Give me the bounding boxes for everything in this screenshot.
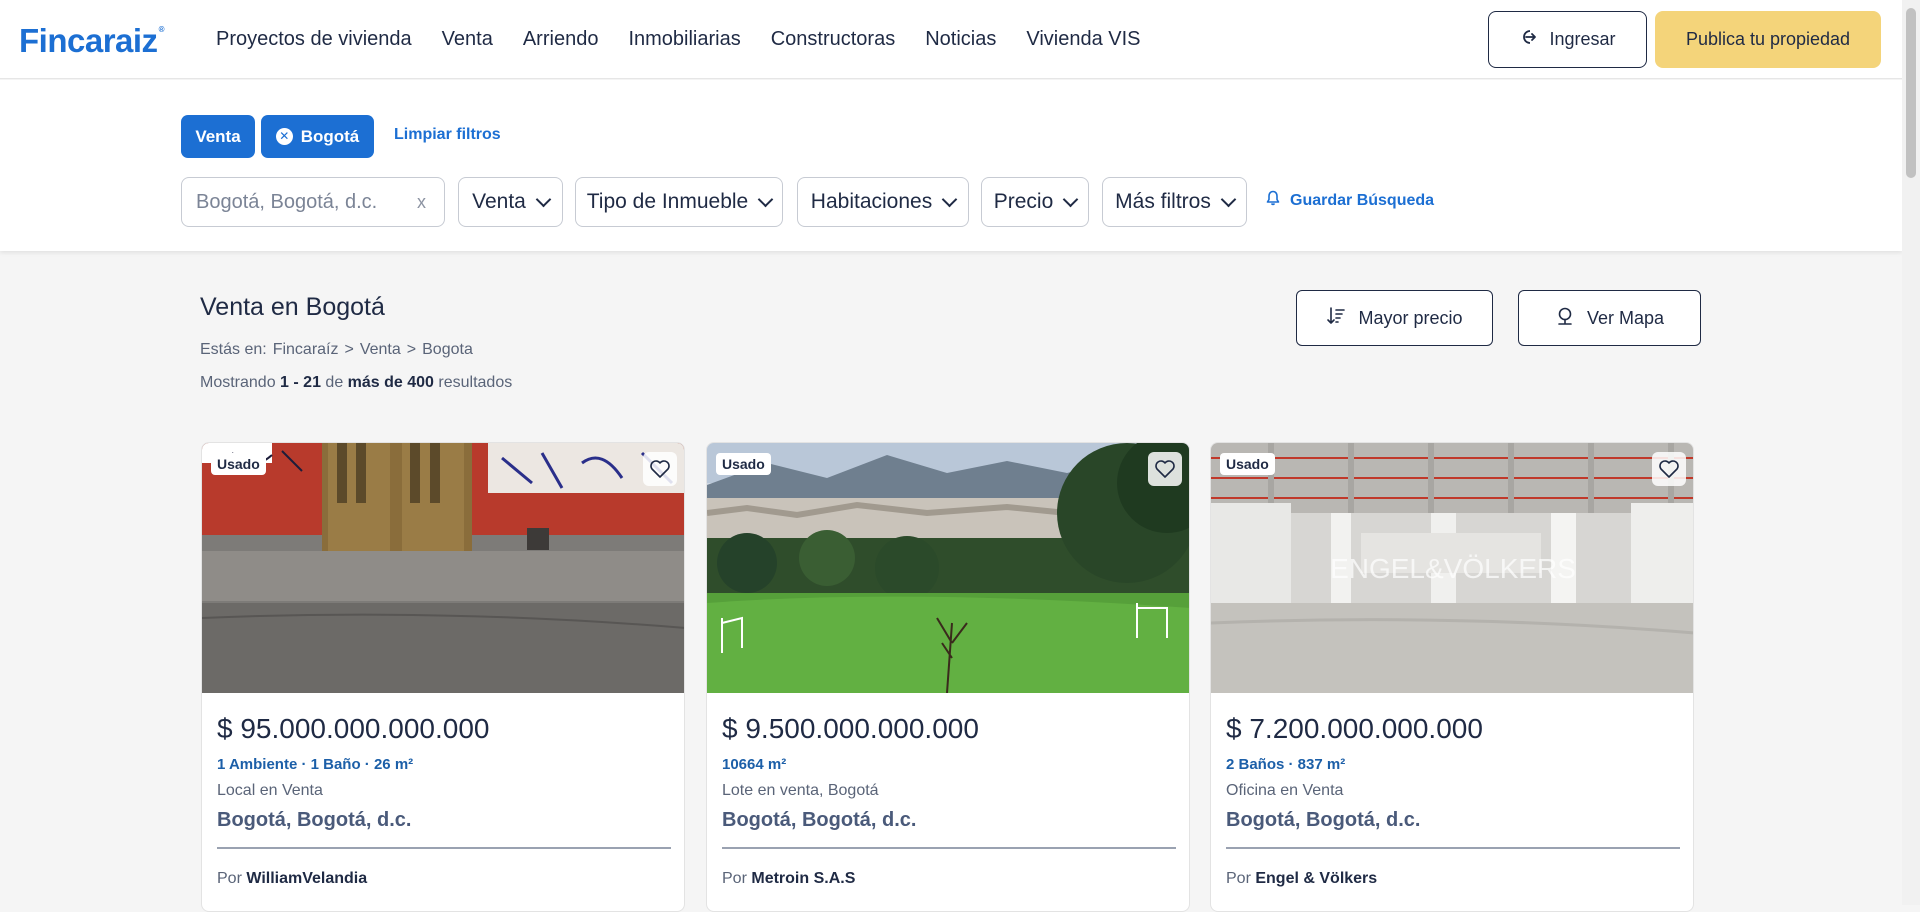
listing-card[interactable]: ENGEL&VÖLKERS Usado $ 7.200.000.000.000 …: [1210, 442, 1694, 912]
nav-venta[interactable]: Venta: [442, 28, 493, 51]
breadcrumb: Estás en: Fincaraíz > Venta > Bogota: [200, 341, 473, 359]
listing-price: $ 9.500.000.000.000: [722, 713, 979, 744]
condition-badge: Usado: [211, 453, 266, 475]
condition-badge: Usado: [1220, 453, 1275, 475]
fincaraiz-logo[interactable]: Fincaraiz®: [19, 22, 165, 60]
divider: [217, 847, 671, 849]
sort-icon: [1326, 306, 1346, 331]
agent-name[interactable]: WilliamVelandia: [246, 870, 367, 887]
property-type-dropdown[interactable]: Tipo de Inmueble: [575, 177, 783, 227]
publish-property-button[interactable]: Publica tu propiedad: [1655, 11, 1881, 68]
operation-dropdown-label: Venta: [472, 190, 526, 213]
nav-constructoras[interactable]: Constructoras: [771, 28, 896, 51]
chevron-down-icon: [1062, 191, 1079, 207]
breadcrumb-fincaraiz[interactable]: Fincaraíz: [273, 341, 339, 359]
heart-icon[interactable]: [1652, 452, 1686, 486]
breadcrumb-separator: >: [344, 341, 354, 358]
listing-specs: 10664 m²: [722, 756, 787, 773]
nav-vivienda-vis[interactable]: Vivienda VIS: [1026, 28, 1140, 51]
condition-badge: Usado: [716, 453, 771, 475]
heart-icon[interactable]: [643, 452, 677, 486]
listing-photo[interactable]: Usado: [707, 443, 1189, 693]
bell-icon: [1266, 190, 1280, 211]
heart-icon[interactable]: [1148, 452, 1182, 486]
listing-specs: 1 Ambiente · 1 Baño · 26 m²: [217, 756, 414, 773]
listing-photo[interactable]: ENGEL&VÖLKERS Usado: [1211, 443, 1693, 693]
top-navbar: Fincaraiz® Proyectos de vivienda Venta A…: [0, 0, 1902, 79]
location-search: x: [181, 177, 445, 227]
price-dropdown[interactable]: Precio: [981, 177, 1089, 227]
chip-label: Bogotá: [300, 126, 360, 146]
map-pin-icon: [1555, 306, 1575, 331]
price-label: Precio: [993, 190, 1054, 213]
listing-type: Local en Venta: [217, 782, 323, 799]
sort-label: Mayor precio: [1358, 307, 1463, 328]
location-search-input[interactable]: [196, 190, 406, 214]
clear-search-icon[interactable]: x: [417, 192, 426, 213]
clear-filters-link[interactable]: Limpiar filtros: [394, 126, 501, 144]
listing-type: Lote en venta, Bogotá: [722, 782, 879, 799]
listing-card[interactable]: Usado $ 95.000.000.000.000 1 Ambiente · …: [201, 442, 685, 912]
more-filters-dropdown[interactable]: Más filtros: [1102, 177, 1247, 227]
listing-agent: Por WilliamVelandia: [217, 870, 368, 887]
chevron-down-icon: [535, 191, 552, 207]
map-label: Ver Mapa: [1586, 307, 1665, 328]
rooms-label: Habitaciones: [810, 190, 933, 213]
filter-panel: Venta ✕ Bogotá Limpiar filtros x Venta T…: [0, 80, 1902, 251]
login-label: Ingresar: [1549, 29, 1616, 49]
nav-proyectos-de-vivienda[interactable]: Proyectos de vivienda: [216, 28, 412, 51]
breadcrumb-bogota[interactable]: Bogota: [422, 341, 473, 359]
chevron-down-icon: [1220, 191, 1237, 207]
divider: [1226, 847, 1680, 849]
view-map-button[interactable]: Ver Mapa: [1518, 290, 1701, 346]
listing-price: $ 95.000.000.000.000: [217, 713, 490, 744]
chevron-down-icon: [941, 191, 958, 207]
photo-watermark: ENGEL&VÖLKERS: [1330, 553, 1576, 584]
sort-button[interactable]: Mayor precio: [1296, 290, 1493, 346]
chevron-down-icon: [757, 191, 774, 207]
results-count: Mostrando 1 - 21 de más de 400 resultado…: [200, 374, 513, 391]
property-type-label: Tipo de Inmueble: [586, 190, 749, 213]
operation-dropdown[interactable]: Venta: [458, 177, 563, 227]
login-button[interactable]: Ingresar: [1488, 11, 1647, 68]
nav-arriendo[interactable]: Arriendo: [523, 28, 599, 51]
save-search-label: Guardar Búsqueda: [1290, 191, 1435, 209]
agent-name[interactable]: Engel & Völkers: [1255, 870, 1377, 887]
remove-chip-icon[interactable]: ✕: [275, 128, 293, 145]
breadcrumb-separator: >: [406, 341, 417, 358]
login-icon: [1519, 27, 1539, 52]
listing-photo[interactable]: Usado: [202, 443, 684, 693]
listing-specs: 2 Baños · 837 m²: [1226, 756, 1346, 773]
page-scrollbar[interactable]: [1902, 0, 1920, 905]
rooms-dropdown[interactable]: Habitaciones: [797, 177, 969, 227]
filter-chip-bogota[interactable]: ✕ Bogotá: [261, 115, 374, 158]
filter-chip-venta[interactable]: Venta: [181, 115, 255, 158]
breadcrumb-venta[interactable]: Venta: [360, 341, 401, 359]
listing-type: Oficina en Venta: [1226, 782, 1344, 799]
main-nav: Proyectos de vivienda Venta Arriendo Inm…: [216, 28, 1171, 51]
listing-card[interactable]: Usado $ 9.500.000.000.000 10664 m² Lote …: [706, 442, 1190, 912]
listing-location: Bogotá, Bogotá, d.c.: [217, 809, 412, 831]
listing-location: Bogotá, Bogotá, d.c.: [722, 809, 917, 831]
agent-name[interactable]: Metroin S.A.S: [751, 870, 855, 887]
listing-price: $ 7.200.000.000.000: [1226, 713, 1483, 744]
results-title: Venta en Bogotá: [200, 293, 385, 321]
more-filters-label: Más filtros: [1115, 190, 1211, 213]
nav-noticias[interactable]: Noticias: [925, 28, 996, 51]
save-search-link[interactable]: Guardar Búsqueda: [1266, 190, 1434, 211]
breadcrumb-prefix: Estás en:: [200, 341, 267, 358]
nav-inmobiliarias[interactable]: Inmobiliarias: [628, 28, 740, 51]
scrollbar-thumb[interactable]: [1906, 8, 1916, 178]
listing-agent: Por Engel & Völkers: [1226, 870, 1378, 887]
divider: [722, 847, 1176, 849]
listing-location: Bogotá, Bogotá, d.c.: [1226, 809, 1421, 831]
listing-agent: Por Metroin S.A.S: [722, 870, 856, 887]
